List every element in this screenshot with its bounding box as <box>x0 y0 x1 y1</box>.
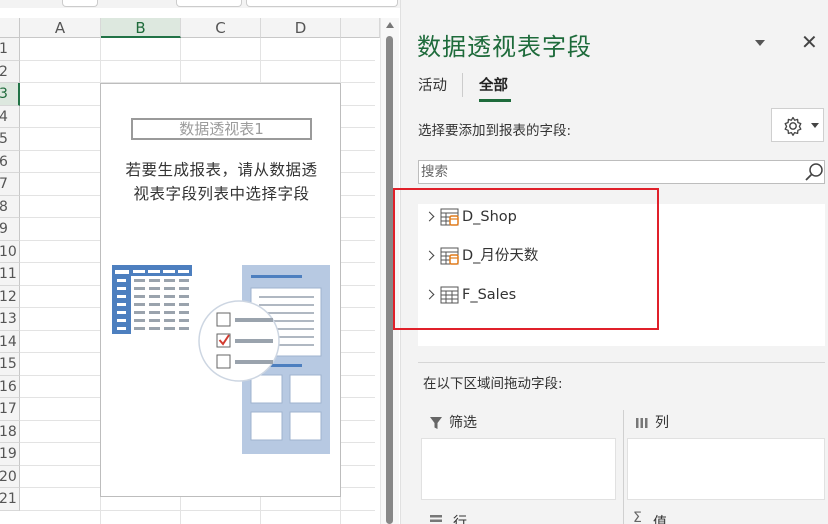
pane-title: 数据透视表字段 <box>417 33 592 61</box>
field-list: D_Shop D_月份天数 F_Sales <box>418 204 825 346</box>
row-header-14[interactable]: 14 <box>0 330 20 353</box>
columns-icon <box>636 418 648 428</box>
area-separator <box>623 410 624 524</box>
field-search-input[interactable] <box>418 160 825 184</box>
column-header-e[interactable] <box>341 18 380 38</box>
tab-separator <box>462 73 463 97</box>
column-header-a[interactable]: A <box>20 18 101 38</box>
table-icon <box>440 286 459 304</box>
field-d-month-days[interactable]: D_月份天数 <box>424 243 724 269</box>
row-header-9[interactable]: 9 <box>0 218 20 241</box>
spreadsheet-grid[interactable]: A B C D 12345678910111213141516171819202… <box>0 0 400 524</box>
illustration-table-icon <box>112 265 192 334</box>
scrollbar-thumb[interactable] <box>386 36 393 524</box>
row-header-8[interactable]: 8 <box>0 195 20 218</box>
field-list-settings-button[interactable] <box>771 108 824 142</box>
filters-drop-area[interactable] <box>421 438 616 500</box>
tab-active[interactable]: 活动 <box>418 74 447 95</box>
pane-divider <box>418 362 825 363</box>
columns-label: 列 <box>655 415 669 431</box>
scroll-up-icon[interactable] <box>386 22 394 28</box>
pivot-table-placeholder[interactable]: 数据透视表1 若要生成报表，请从数据透 视表字段列表中选择字段 <box>100 83 341 497</box>
pane-options-dropdown-icon[interactable] <box>755 40 765 46</box>
row-header-12[interactable]: 12 <box>0 285 20 308</box>
formula-bar-edge <box>0 0 400 8</box>
column-header-d[interactable]: D <box>261 18 341 38</box>
columns-area-header: 列 <box>627 410 827 436</box>
row-header-13[interactable]: 13 <box>0 308 20 331</box>
rows-icon <box>430 515 442 522</box>
rows-area-header: 行 <box>429 510 609 524</box>
close-icon[interactable]: ✕ <box>801 30 818 54</box>
row-header-2[interactable]: 2 <box>0 60 20 83</box>
select-all-corner[interactable] <box>0 18 20 38</box>
pivot-illustration <box>112 265 330 454</box>
field-f-sales[interactable]: F_Sales <box>424 282 724 308</box>
row-header-16[interactable]: 16 <box>0 375 20 398</box>
search-icon[interactable] <box>804 162 824 182</box>
row-header-18[interactable]: 18 <box>0 420 20 443</box>
chevron-down-icon <box>811 123 819 128</box>
row-header-17[interactable]: 17 <box>0 398 20 421</box>
expand-chevron-icon[interactable] <box>424 250 435 261</box>
row-header-11[interactable]: 11 <box>0 263 20 286</box>
sigma-icon: Σ <box>633 510 642 524</box>
field-name: F_Sales <box>462 287 517 303</box>
choose-fields-label: 选择要添加到报表的字段: <box>418 123 572 139</box>
row-header-5[interactable]: 5 <box>0 128 20 151</box>
row-header-20[interactable]: 20 <box>0 465 20 488</box>
columns-drop-area[interactable] <box>627 438 825 500</box>
row-header-19[interactable]: 19 <box>0 443 20 466</box>
field-name: D_月份天数 <box>462 248 539 264</box>
field-d-shop[interactable]: D_Shop <box>424 204 724 230</box>
gear-icon <box>784 116 802 136</box>
tab-all[interactable]: 全部 <box>479 74 508 95</box>
vertical-scrollbar[interactable] <box>380 18 399 524</box>
expand-chevron-icon[interactable] <box>424 289 435 300</box>
filters-area-header: 筛选 <box>421 410 621 436</box>
column-header-b[interactable]: B <box>101 18 181 38</box>
row-header-3[interactable]: 3 <box>0 83 20 106</box>
filter-icon <box>430 417 442 429</box>
row-header-10[interactable]: 10 <box>0 240 20 263</box>
column-header-c[interactable]: C <box>181 18 261 38</box>
values-area-header: Σ 值 <box>633 510 813 524</box>
table-icon-orange <box>440 208 459 226</box>
illustration-checklist-icon <box>198 300 280 382</box>
values-label: 值 <box>653 515 667 524</box>
expand-chevron-icon[interactable] <box>424 211 435 222</box>
row-header-6[interactable]: 6 <box>0 150 20 173</box>
drag-fields-label: 在以下区域间拖动字段: <box>423 376 563 392</box>
row-header-4[interactable]: 4 <box>0 105 20 128</box>
table-icon-orange <box>440 247 459 265</box>
row-header-15[interactable]: 15 <box>0 353 20 376</box>
filters-label: 筛选 <box>449 415 477 431</box>
row-header-21[interactable]: 21 <box>0 488 20 511</box>
tab-active-underline <box>479 99 511 102</box>
row-header-7[interactable]: 7 <box>0 173 20 196</box>
row-header-1[interactable]: 1 <box>0 38 20 61</box>
pivot-field-list-pane: 数据透视表字段 ✕ 活动 全部 选择要添加到报表的字段: D_Shop <box>400 0 828 524</box>
rows-label: 行 <box>453 515 467 524</box>
field-name: D_Shop <box>462 209 517 225</box>
